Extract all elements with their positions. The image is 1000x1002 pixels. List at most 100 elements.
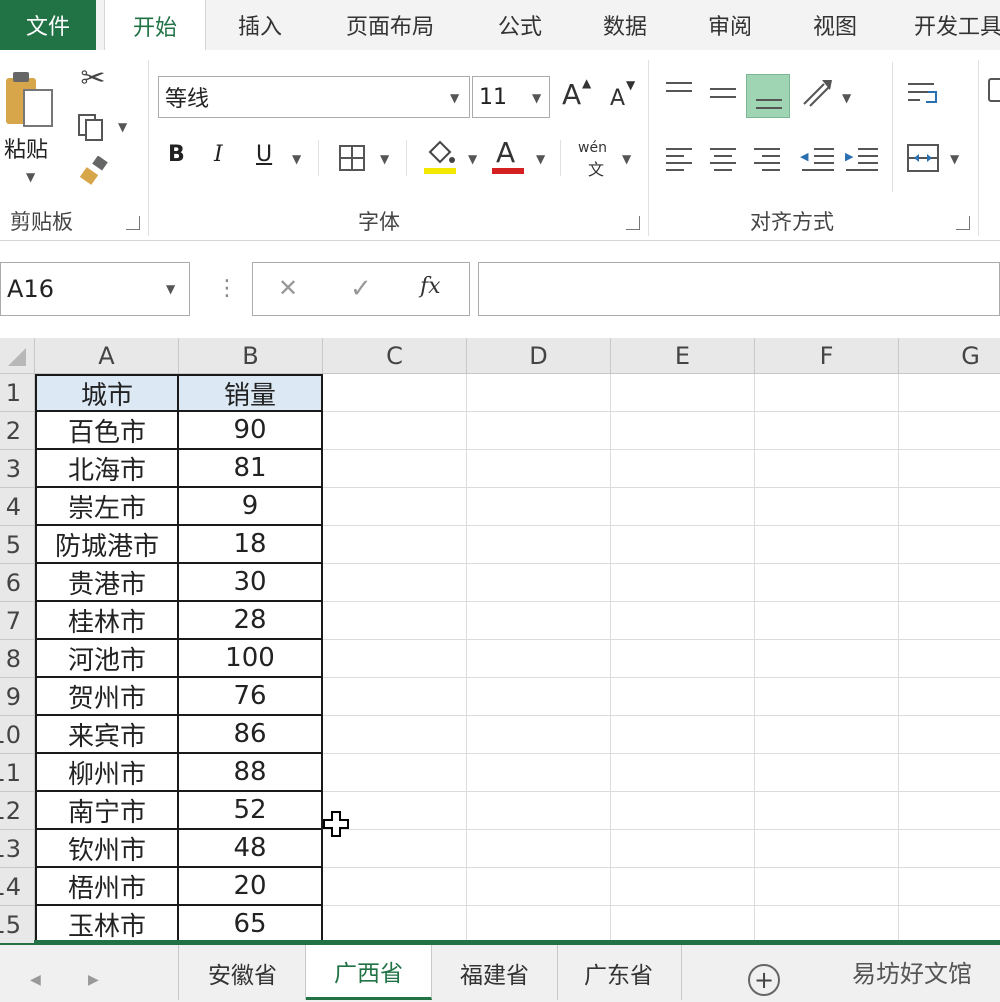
cell-f8[interactable]: [755, 640, 899, 678]
merge-dropdown-arrow[interactable]: ▼: [950, 152, 959, 166]
paste-button[interactable]: [4, 68, 56, 140]
cell-g12[interactable]: [899, 792, 1000, 830]
cell-b3[interactable]: 81: [179, 450, 323, 488]
cell-f12[interactable]: [755, 792, 899, 830]
decrease-indent-button[interactable]: ◀: [800, 144, 836, 174]
cell-f5[interactable]: [755, 526, 899, 564]
font-dialog-launcher[interactable]: [626, 216, 640, 230]
cell-d12[interactable]: [467, 792, 611, 830]
cell-g15[interactable]: [899, 906, 1000, 944]
cell-c7[interactable]: [323, 602, 467, 640]
cell-b1[interactable]: 销量: [179, 374, 323, 412]
cell-a1[interactable]: 城市: [35, 374, 179, 412]
underline-button[interactable]: U: [256, 142, 272, 167]
cell-a11[interactable]: 柳州市: [35, 754, 179, 792]
cell-e8[interactable]: [611, 640, 755, 678]
italic-button[interactable]: I: [214, 142, 223, 167]
orientation-dropdown-arrow[interactable]: ▼: [842, 91, 851, 105]
sheet-nav-next[interactable]: ▶: [88, 972, 99, 988]
cell-f10[interactable]: [755, 716, 899, 754]
cell-b9[interactable]: 76: [179, 678, 323, 716]
cell-f7[interactable]: [755, 602, 899, 640]
cell-e1[interactable]: [611, 374, 755, 412]
column-header-e[interactable]: E: [611, 338, 755, 374]
font-size-arrow[interactable]: ▼: [532, 91, 541, 105]
phonetic-dropdown-arrow[interactable]: ▼: [622, 152, 631, 166]
cell-d11[interactable]: [467, 754, 611, 792]
cell-e11[interactable]: [611, 754, 755, 792]
font-family-arrow[interactable]: ▼: [450, 91, 459, 105]
font-family-dropdown[interactable]: 等线: [158, 76, 470, 118]
tab-view[interactable]: 视图: [795, 0, 875, 50]
cell-a13[interactable]: 钦州市: [35, 830, 179, 868]
borders-dropdown-arrow[interactable]: ▼: [380, 152, 389, 166]
cell-c9[interactable]: [323, 678, 467, 716]
cell-d9[interactable]: [467, 678, 611, 716]
row-header[interactable]: 10: [0, 716, 35, 754]
tab-data[interactable]: 数据: [585, 0, 665, 50]
column-header-d[interactable]: D: [467, 338, 611, 374]
enter-icon[interactable]: ✓: [350, 274, 372, 304]
cell-b11[interactable]: 88: [179, 754, 323, 792]
phonetic-button[interactable]: wén: [578, 140, 607, 156]
cell-e15[interactable]: [611, 906, 755, 944]
cell-d14[interactable]: [467, 868, 611, 906]
align-right-button[interactable]: [752, 144, 784, 174]
cell-b2[interactable]: 90: [179, 412, 323, 450]
cell-g1[interactable]: [899, 374, 1000, 412]
cell-a6[interactable]: 贵港市: [35, 564, 179, 602]
cell-c10[interactable]: [323, 716, 467, 754]
cell-a12[interactable]: 南宁市: [35, 792, 179, 830]
cell-a14[interactable]: 梧州市: [35, 868, 179, 906]
cut-icon[interactable]: ✂: [76, 60, 110, 96]
cell-c6[interactable]: [323, 564, 467, 602]
shrink-font-button[interactable]: A: [610, 86, 625, 111]
cell-g2[interactable]: [899, 412, 1000, 450]
row-header[interactable]: 13: [0, 830, 35, 868]
column-header-g[interactable]: G: [899, 338, 1000, 374]
cell-g5[interactable]: [899, 526, 1000, 564]
column-header-b[interactable]: B: [179, 338, 323, 374]
cell-b5[interactable]: 18: [179, 526, 323, 564]
paste-dropdown-arrow[interactable]: ▼: [26, 170, 35, 184]
cell-f6[interactable]: [755, 564, 899, 602]
formula-bar-grip[interactable]: ⋮: [216, 276, 238, 301]
sheet-tab[interactable]: 安徽省: [180, 945, 306, 1000]
cell-d10[interactable]: [467, 716, 611, 754]
cell-f3[interactable]: [755, 450, 899, 488]
cell-d5[interactable]: [467, 526, 611, 564]
cell-g11[interactable]: [899, 754, 1000, 792]
cell-g3[interactable]: [899, 450, 1000, 488]
column-header-c[interactable]: C: [323, 338, 467, 374]
cell-e2[interactable]: [611, 412, 755, 450]
cell-a8[interactable]: 河池市: [35, 640, 179, 678]
cell-b12[interactable]: 52: [179, 792, 323, 830]
sheet-tab[interactable]: 福建省: [432, 945, 558, 1000]
cell-b15[interactable]: 65: [179, 906, 323, 944]
cell-g4[interactable]: [899, 488, 1000, 526]
row-header[interactable]: 6: [0, 564, 35, 602]
tab-review[interactable]: 审阅: [690, 0, 770, 50]
cell-e14[interactable]: [611, 868, 755, 906]
font-color-dropdown-arrow[interactable]: ▼: [536, 152, 545, 166]
row-header[interactable]: 12: [0, 792, 35, 830]
cell-e9[interactable]: [611, 678, 755, 716]
cell-g8[interactable]: [899, 640, 1000, 678]
wrap-text-button[interactable]: [906, 78, 942, 112]
column-header-a[interactable]: A: [35, 338, 179, 374]
row-header[interactable]: 2: [0, 412, 35, 450]
cell-d3[interactable]: [467, 450, 611, 488]
row-header[interactable]: 11: [0, 754, 35, 792]
grow-font-button[interactable]: A: [562, 78, 581, 111]
cell-d6[interactable]: [467, 564, 611, 602]
tab-formulas[interactable]: 公式: [480, 0, 560, 50]
cell-a3[interactable]: 北海市: [35, 450, 179, 488]
cell-e10[interactable]: [611, 716, 755, 754]
formula-input[interactable]: [478, 262, 1000, 316]
cell-g6[interactable]: [899, 564, 1000, 602]
cell-c4[interactable]: [323, 488, 467, 526]
tab-developer[interactable]: 开发工具: [900, 0, 1000, 50]
font-color-button[interactable]: A: [490, 136, 526, 176]
cell-c15[interactable]: [323, 906, 467, 944]
align-center-button[interactable]: [708, 144, 740, 174]
